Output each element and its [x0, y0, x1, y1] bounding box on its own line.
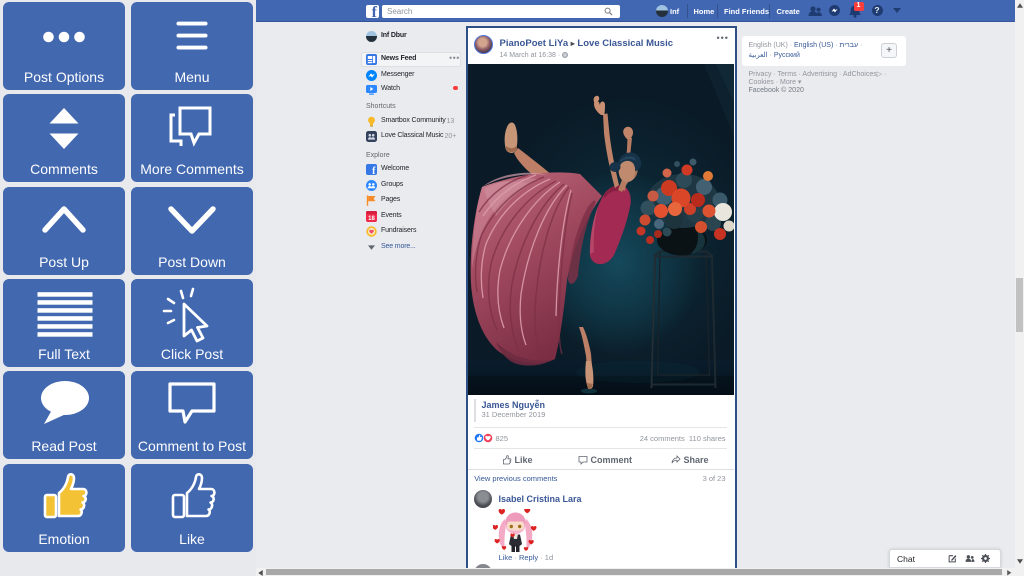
svg-text:18: 18 [368, 216, 375, 222]
